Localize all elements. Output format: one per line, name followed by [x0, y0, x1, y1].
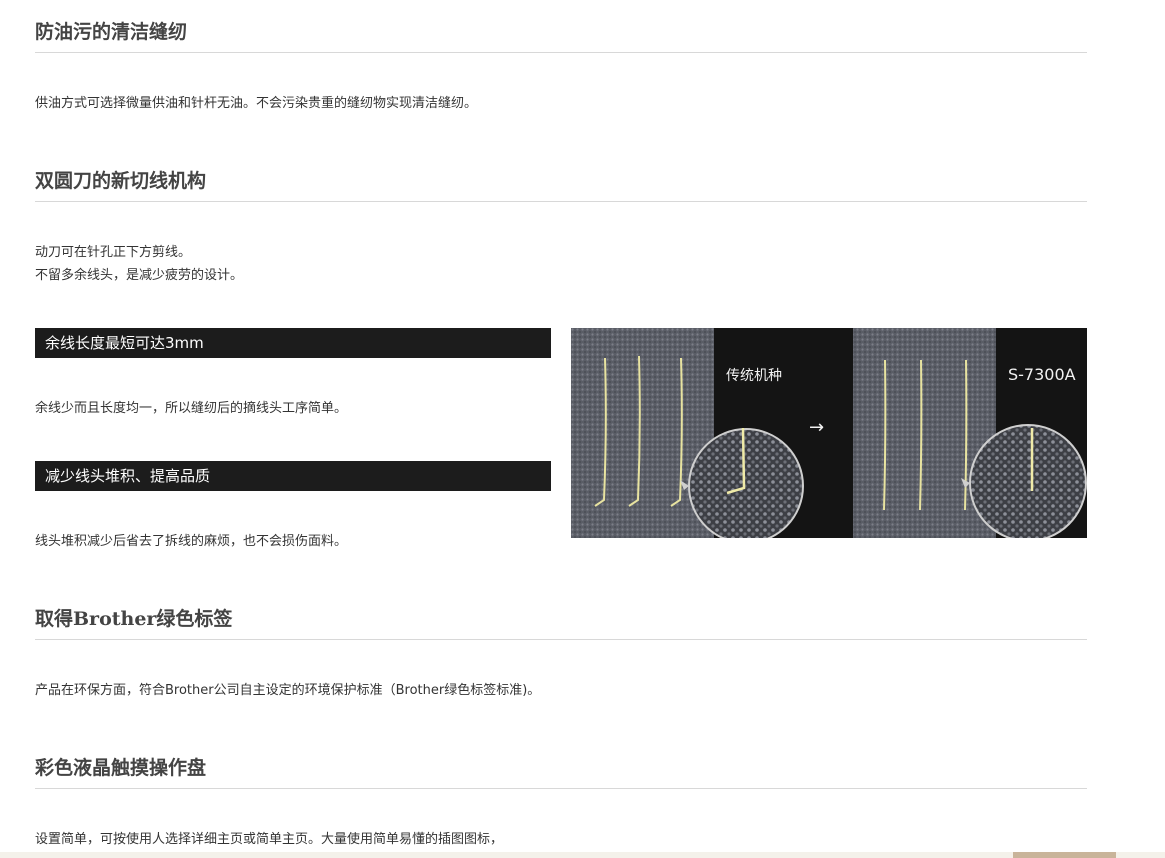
thread-comparison-illustration	[571, 328, 1087, 538]
thread-comparison-image: 传统机种 → S-7300A	[571, 328, 1087, 538]
section-text-lcd-panel: 设置简单，可按使用人选择详细主页或简单主页。大量使用简单易懂的插图图标，	[35, 832, 504, 847]
section-title-lcd-panel: 彩色液晶触摸操作盘	[35, 757, 207, 779]
section-text-thread-trimmer-line1: 动刀可在针孔正下方剪线。	[35, 245, 192, 260]
s7300a-model-label: S-7300A	[1008, 365, 1076, 384]
section-title-green-label: 取得Brother绿色标签	[35, 608, 233, 630]
section-title-thread-trimmer: 双圆刀的新切线机构	[35, 170, 207, 192]
feature-text-less-buildup: 线头堆积减少后省去了拆线的麻烦，也不会损伤面料。	[35, 534, 348, 549]
section-divider	[35, 639, 1087, 640]
feature-heading-short-thread: 余线长度最短可达3mm	[35, 328, 551, 358]
section-divider	[35, 52, 1087, 53]
feature-heading-less-buildup: 减少线头堆积、提高品质	[35, 461, 551, 491]
arrow-right-icon: →	[809, 417, 825, 438]
conventional-model-label: 传统机种	[726, 368, 782, 384]
section-divider	[35, 788, 1087, 789]
section-divider	[35, 201, 1087, 202]
footer-strip	[0, 852, 1165, 858]
section-text-thread-trimmer-line2: 不留多余线头，是减少疲劳的设计。	[35, 268, 244, 283]
section-text-green-label: 产品在环保方面，符合Brother公司自主设定的环境保护标准（Brother绿色…	[35, 683, 541, 698]
section-text-oil-free: 供油方式可选择微量供油和针杆无油。不会污染贵重的缝纫物实现清洁缝纫。	[35, 96, 478, 111]
section-title-oil-free: 防油污的清洁缝纫	[35, 21, 188, 43]
footer-accent	[1013, 852, 1116, 858]
feature-text-short-thread: 余线少而且长度均一，所以缝纫后的摘线头工序简单。	[35, 401, 348, 416]
